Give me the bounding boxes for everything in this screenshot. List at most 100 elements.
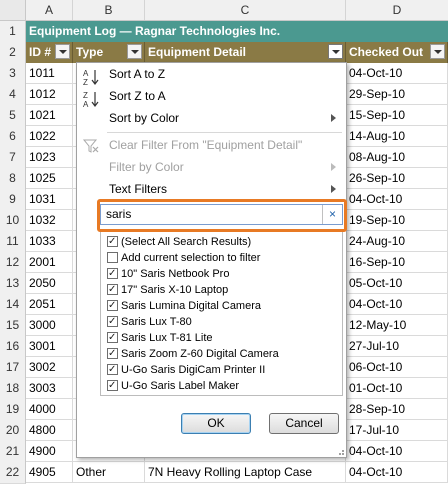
row-number[interactable]: 13 — [0, 273, 26, 295]
header-id[interactable]: ID # — [26, 42, 73, 63]
clear-filter-item[interactable]: Clear Filter From "Equipment Detail" — [109, 134, 302, 156]
header-checked-out[interactable]: Checked Out — [346, 42, 448, 63]
checkbox[interactable] — [107, 298, 118, 314]
row-number[interactable]: 1 — [0, 21, 26, 43]
cell-checked-out[interactable]: 06-Oct-10 — [346, 357, 448, 378]
row-number[interactable]: 2 — [0, 42, 26, 64]
row-number[interactable]: 17 — [0, 357, 26, 379]
filter-dropdown-detail[interactable] — [328, 44, 343, 59]
row-number[interactable]: 11 — [0, 231, 26, 253]
filter-list-item[interactable]: Saris Zoom Z-60 Digital Camera — [107, 346, 279, 362]
filter-dropdown-checked[interactable] — [430, 44, 445, 59]
checkbox[interactable] — [107, 266, 118, 282]
checkbox[interactable] — [107, 330, 118, 346]
cell-checked-out[interactable]: 14-Aug-10 — [346, 126, 448, 147]
cell-checked-out[interactable]: 04-Oct-10 — [346, 63, 448, 84]
cell-id[interactable]: 1012 — [26, 84, 73, 105]
column-header-a[interactable]: A — [26, 0, 73, 20]
header-type[interactable]: Type — [73, 42, 145, 63]
select-all-corner[interactable] — [0, 0, 26, 20]
cell-id[interactable]: 4905 — [26, 462, 73, 483]
cell-checked-out[interactable]: 04-Oct-10 — [346, 462, 448, 483]
cell-id[interactable]: 1031 — [26, 189, 73, 210]
cancel-button[interactable]: Cancel — [269, 413, 339, 434]
checkbox[interactable] — [107, 346, 118, 362]
filter-list-item[interactable]: U-Go Saris DigiCam Printer II — [107, 362, 265, 378]
cell-id[interactable]: 1023 — [26, 147, 73, 168]
cell-checked-out[interactable]: 16-Sep-10 — [346, 252, 448, 273]
row-number[interactable]: 15 — [0, 315, 26, 337]
row-number[interactable]: 21 — [0, 441, 26, 463]
filter-list-item[interactable]: Saris Lumina Digital Camera — [107, 298, 261, 314]
cell-checked-out[interactable]: 24-Aug-10 — [346, 231, 448, 252]
row-number[interactable]: 3 — [0, 63, 26, 85]
cell-id[interactable]: 1033 — [26, 231, 73, 252]
row-number[interactable]: 16 — [0, 336, 26, 358]
cell-id[interactable]: 3000 — [26, 315, 73, 336]
row-number[interactable]: 9 — [0, 189, 26, 211]
checkbox[interactable] — [107, 314, 118, 330]
cell-checked-out[interactable]: 27-Jul-10 — [346, 336, 448, 357]
filter-list-item[interactable]: Saris Lux T-80 — [107, 314, 192, 330]
column-header-c[interactable]: C — [145, 0, 346, 20]
row-number[interactable]: 12 — [0, 252, 26, 274]
cell-checked-out[interactable]: 29-Sep-10 — [346, 84, 448, 105]
cell-checked-out[interactable]: 01-Oct-10 — [346, 378, 448, 399]
cell-checked-out[interactable]: 05-Oct-10 — [346, 273, 448, 294]
cell-id[interactable]: 2050 — [26, 273, 73, 294]
cell-id[interactable]: 4800 — [26, 420, 73, 441]
filter-list-item[interactable]: Saris Lux T-81 Lite — [107, 330, 213, 346]
cell-checked-out[interactable]: 12-May-10 — [346, 315, 448, 336]
cell-id[interactable]: 2001 — [26, 252, 73, 273]
cell-id[interactable]: 3002 — [26, 357, 73, 378]
filter-list-item[interactable]: 17" Saris X-10 Laptop — [107, 282, 228, 298]
cell-id[interactable]: 3001 — [26, 336, 73, 357]
cell-id[interactable]: 1022 — [26, 126, 73, 147]
cell-id[interactable]: 3003 — [26, 378, 73, 399]
cell-id[interactable]: 4000 — [26, 399, 73, 420]
resize-grip-icon[interactable] — [336, 447, 344, 455]
checkbox[interactable] — [107, 362, 118, 378]
filter-list-item[interactable]: (Select All Search Results) — [107, 234, 251, 250]
cell-id[interactable]: 2051 — [26, 294, 73, 315]
sort-by-color-item[interactable]: Sort by Color — [109, 107, 179, 129]
filter-dropdown-type[interactable] — [127, 44, 142, 59]
row-number[interactable]: 14 — [0, 294, 26, 316]
cell-id[interactable]: 1021 — [26, 105, 73, 126]
row-number[interactable]: 19 — [0, 399, 26, 421]
cell-checked-out[interactable]: 15-Sep-10 — [346, 105, 448, 126]
row-number[interactable]: 7 — [0, 147, 26, 169]
checkbox[interactable] — [107, 252, 118, 263]
checkbox[interactable] — [107, 234, 118, 250]
header-detail[interactable]: Equipment Detail — [145, 42, 346, 63]
cell-id[interactable]: 1025 — [26, 168, 73, 189]
row-number[interactable]: 20 — [0, 420, 26, 442]
cell-checked-out[interactable]: 28-Sep-10 — [346, 399, 448, 420]
row-number[interactable]: 10 — [0, 210, 26, 232]
cell-type[interactable]: Other — [73, 462, 145, 483]
cell-detail[interactable]: 7N Heavy Rolling Laptop Case — [145, 462, 346, 483]
cell-checked-out[interactable]: 04-Oct-10 — [346, 189, 448, 210]
row-number[interactable]: 22 — [0, 462, 26, 484]
filter-dropdown-id[interactable] — [55, 44, 70, 59]
filter-by-color-item[interactable]: Filter by Color — [109, 156, 184, 178]
column-header-d[interactable]: D — [346, 0, 448, 20]
row-number[interactable]: 6 — [0, 126, 26, 148]
cell-id[interactable]: 1032 — [26, 210, 73, 231]
sort-z-to-a-item[interactable]: Sort Z to A — [109, 85, 166, 107]
filter-list-item[interactable]: 10" Saris Netbook Pro — [107, 266, 229, 282]
checkbox[interactable] — [107, 378, 118, 394]
cell-checked-out[interactable]: 17-Jul-10 — [346, 420, 448, 441]
cell-checked-out[interactable]: 08-Aug-10 — [346, 147, 448, 168]
checkbox[interactable] — [107, 282, 118, 298]
filter-list-item[interactable]: Add current selection to filter — [107, 250, 260, 266]
cell-checked-out[interactable]: 04-Oct-10 — [346, 441, 448, 462]
cell-id[interactable]: 4900 — [26, 441, 73, 462]
cell-id[interactable]: 1011 — [26, 63, 73, 84]
row-number[interactable]: 18 — [0, 378, 26, 400]
sort-a-to-z-item[interactable]: Sort A to Z — [109, 63, 165, 85]
cell-checked-out[interactable]: 19-Sep-10 — [346, 210, 448, 231]
row-number[interactable]: 8 — [0, 168, 26, 190]
text-filters-item[interactable]: Text Filters — [109, 178, 167, 200]
row-number[interactable]: 4 — [0, 84, 26, 106]
